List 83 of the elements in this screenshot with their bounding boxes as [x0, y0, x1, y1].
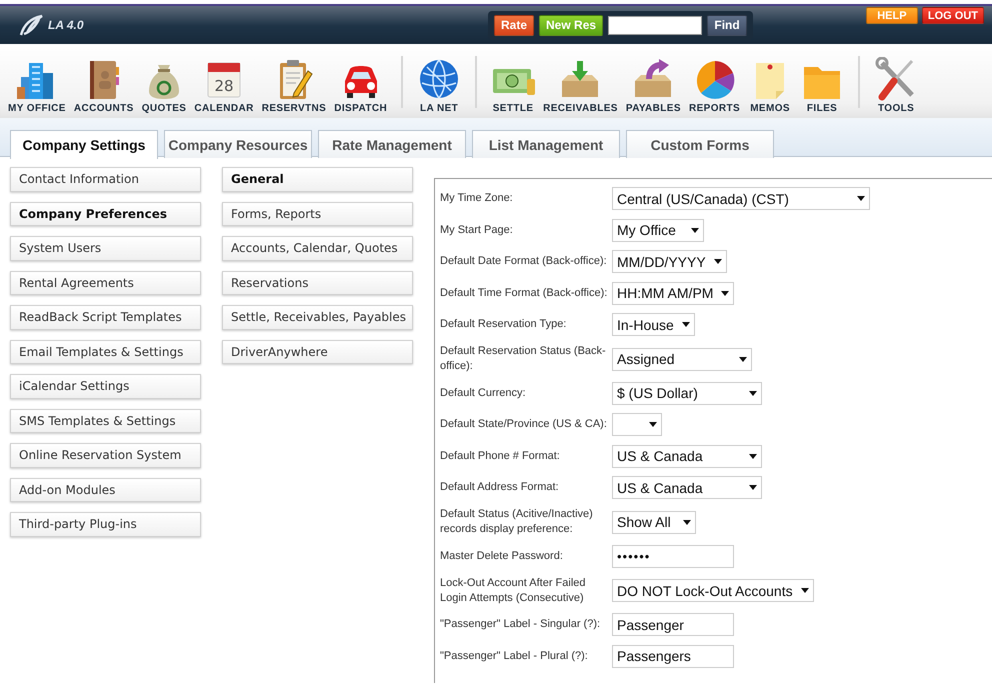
caret-icon	[649, 422, 657, 428]
field-label: Default Status (Acitive/Inactive) records display preference:	[440, 507, 594, 537]
field-label: My Start Page:	[440, 222, 514, 238]
caret-icon	[682, 322, 690, 328]
toolbar-button[interactable]: REPORTS	[684, 57, 744, 114]
dropdown[interactable]: $ (US Dollar)	[612, 382, 762, 405]
find-button[interactable]: Find	[707, 14, 748, 36]
toolbar-button[interactable]: SETTLE	[487, 57, 540, 114]
dropdown[interactable]: US & Canada	[612, 476, 762, 500]
caret-icon	[749, 454, 757, 459]
field-label: Master Delete Password:	[440, 548, 564, 564]
password-field[interactable]: ••••••	[612, 544, 734, 568]
caret-icon	[683, 520, 691, 524]
toolbar-button[interactable]: TOOLS	[870, 57, 922, 114]
toolbar-button[interactable]: DISPATCH	[330, 57, 392, 114]
tab[interactable]: Rate Management	[318, 130, 466, 158]
toolbar-button[interactable]: RECEIVABLES	[539, 57, 622, 114]
field-label: Default Date Format (Back-office):	[440, 254, 608, 270]
toolbar-button[interactable]: MEMOS	[744, 57, 796, 114]
menu-item[interactable]: SMS Templates & Settings	[10, 408, 201, 433]
dropdown[interactable]: HH:MM AM/PM	[612, 282, 734, 305]
field-label: Default Reservation Status (Back-office):	[440, 344, 607, 374]
caret-icon	[749, 390, 757, 396]
field-label: My Time Zone:	[440, 191, 514, 206]
caret-icon	[714, 259, 722, 264]
toolbar-button[interactable]: LA NET	[413, 57, 466, 114]
app-logo: LA 4.0	[48, 18, 84, 32]
menu-item[interactable]: iCalendar Settings	[10, 374, 201, 398]
caret-icon	[721, 290, 730, 296]
menu-item[interactable]: Contact Information	[10, 167, 201, 192]
toolbar-button[interactable]: FILES	[796, 57, 848, 114]
tab[interactable]: Company Resources	[164, 130, 312, 158]
field-label: Default Time Format (Back-office):	[440, 286, 608, 301]
menu-item[interactable]: Reservations	[222, 270, 413, 295]
menu-item[interactable]: Accounts, Calendar, Quotes	[222, 236, 413, 260]
menu-item[interactable]: DriverAnywhere	[222, 340, 413, 364]
toolbar-button[interactable]: RESERVTNS	[258, 57, 330, 114]
dropdown[interactable]: MM/DD/YYYY	[612, 250, 727, 274]
field-label: "Passenger" Label - Plural (?):	[440, 648, 589, 664]
dropdown[interactable]: US & Canada	[612, 444, 762, 468]
toolbar-button[interactable]: PAYABLES	[622, 57, 685, 114]
toolbar-button[interactable]: 28 CALENDAR	[190, 57, 258, 114]
menu-item[interactable]: Third-party Plug-ins	[10, 512, 201, 536]
dropdown[interactable]: DO NOT Lock-Out Accounts	[612, 579, 814, 602]
dropdown[interactable]: Assigned	[612, 348, 752, 370]
toolbar-button[interactable]: QUOTES	[138, 57, 190, 114]
field-label: Default Currency:	[440, 386, 527, 401]
dropdown[interactable]: Show All	[612, 510, 696, 534]
tab[interactable]: Company Settings	[10, 130, 158, 159]
field-label: Default Phone # Format:	[440, 448, 561, 464]
logo-icon	[18, 14, 44, 36]
field-label: Default State/Province (US & CA):	[440, 417, 608, 432]
menu-item[interactable]: Add-on Modules	[10, 478, 201, 502]
menu-item[interactable]: Email Templates & Settings	[10, 340, 201, 364]
tab[interactable]: List Management	[472, 130, 620, 158]
tab[interactable]: Custom Forms	[626, 130, 774, 158]
input-field[interactable]: Passengers	[612, 644, 734, 668]
caret-icon	[739, 356, 747, 362]
dropdown[interactable]: My Office	[612, 218, 704, 242]
caret-icon	[857, 196, 865, 202]
menu-item[interactable]: System Users	[10, 236, 201, 260]
menu-item[interactable]: Settle, Receivables, Payables	[222, 305, 413, 330]
menu-item[interactable]: ReadBack Script Templates	[10, 305, 201, 330]
field-label: Default Address Format:	[440, 480, 560, 496]
input-field[interactable]: Passenger	[612, 613, 734, 636]
logout-button[interactable]: LOG OUT	[922, 7, 984, 24]
toolbar-button[interactable]: MY OFFICE	[4, 57, 70, 114]
field-label: "Passenger" Label - Singular (?):	[440, 617, 602, 632]
menu-item[interactable]: Online Reservation System	[10, 443, 201, 468]
toolbar-button[interactable]: ACCOUNTS	[70, 57, 138, 114]
menu-item[interactable]: General	[222, 167, 413, 192]
field-label: Lock-Out Account After Failed Login Attempts (Consecutive)	[440, 576, 587, 606]
search-field[interactable]	[608, 16, 702, 34]
rate-button[interactable]: Rate	[494, 14, 534, 36]
dropdown[interactable]: Central (US/Canada) (CST)	[612, 187, 870, 210]
caret-icon	[800, 588, 809, 593]
menu-item[interactable]: Forms, Reports	[222, 202, 413, 226]
caret-icon	[691, 228, 699, 233]
menu-item[interactable]: Company Preferences	[10, 202, 201, 226]
dropdown[interactable]: In-House	[612, 313, 695, 336]
field-label: Default Reservation Type:	[440, 317, 568, 332]
caret-icon	[749, 485, 757, 490]
menu-item[interactable]: Rental Agreements	[10, 270, 201, 295]
